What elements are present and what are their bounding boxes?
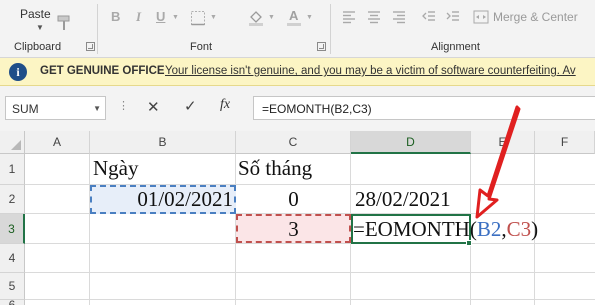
font-group-label: Font (190, 41, 213, 53)
column-header-c[interactable]: C (236, 131, 351, 154)
alignment-group-label: Alignment (431, 41, 480, 53)
increase-indent-icon[interactable] (446, 10, 460, 24)
italic-button[interactable]: I (136, 9, 141, 25)
formula-prefix: =EOMONTH( (353, 217, 477, 241)
merge-center-icon[interactable] (473, 9, 489, 25)
clipboard-group-label: Clipboard (14, 41, 62, 53)
gridline (25, 243, 595, 244)
insert-function-icon[interactable]: fx (220, 97, 230, 113)
cell-c3[interactable]: 3 (236, 217, 351, 242)
column-header-a[interactable]: A (25, 131, 90, 154)
clipboard-launcher-icon[interactable] (86, 42, 95, 51)
row-header-1[interactable]: 1 (0, 154, 25, 185)
font-color-icon[interactable]: A (286, 7, 302, 27)
cell-d2[interactable]: 28/02/2021 (355, 187, 451, 212)
chevron-down-icon[interactable]: ▼ (306, 14, 313, 21)
borders-icon[interactable] (190, 10, 206, 26)
row-header-2[interactable]: 2 (0, 185, 25, 214)
gridline (25, 272, 595, 273)
align-left-icon[interactable] (342, 10, 356, 24)
row-header-3[interactable]: 3 (0, 214, 25, 244)
row-header-5[interactable]: 5 (0, 273, 25, 300)
license-warning-bar: i GET GENUINE OFFICE Your license isn't … (0, 58, 595, 86)
ribbon-divider (330, 4, 331, 54)
ribbon-divider (97, 4, 98, 54)
formula-suffix: ) (531, 217, 539, 241)
paste-label: Paste (20, 7, 51, 21)
cell-c2[interactable]: 0 (236, 187, 351, 212)
column-header-d[interactable]: D (351, 131, 471, 154)
gridline (25, 299, 595, 300)
gridline (89, 154, 90, 305)
warning-link[interactable]: Your license isn't genuine, and you may … (165, 65, 576, 77)
cell-c1[interactable]: Số tháng (238, 156, 312, 181)
chevron-down-icon[interactable]: ▼ (268, 14, 275, 21)
bold-button[interactable]: B (111, 9, 120, 24)
cancel-icon[interactable]: ✕ (147, 98, 160, 116)
font-launcher-icon[interactable] (317, 42, 326, 51)
align-center-icon[interactable] (367, 10, 381, 24)
column-header-f[interactable]: F (535, 131, 595, 154)
chevron-down-icon[interactable]: ▼ (93, 104, 101, 113)
info-icon: i (9, 63, 27, 81)
warning-title: GET GENUINE OFFICE (40, 65, 165, 77)
paste-button[interactable]: Paste ▼ (6, 2, 58, 38)
name-box-value: SUM (12, 102, 39, 116)
decrease-indent-icon[interactable] (422, 10, 436, 24)
select-all-button[interactable] (0, 131, 25, 154)
annotation-arrow-icon (475, 105, 521, 219)
merge-center-button[interactable]: Merge & Center (493, 10, 578, 24)
fill-handle[interactable] (466, 240, 472, 246)
align-right-icon[interactable] (392, 10, 406, 24)
cell-b2[interactable]: 01/02/2021 (90, 187, 233, 212)
cell-b1[interactable]: Ngày (93, 156, 139, 181)
enter-icon[interactable]: ✓ (184, 97, 197, 115)
more-icon[interactable]: ⋮ (118, 99, 129, 112)
column-header-b[interactable]: B (90, 131, 236, 154)
row-header-6[interactable]: 6 (0, 299, 25, 305)
chevron-down-icon[interactable]: ▼ (210, 14, 217, 21)
ribbon: Paste ▼ Clipboard B I U ▼ ▼ ▼ A ▼ Font M… (0, 0, 595, 58)
chevron-down-icon[interactable]: ▼ (172, 14, 179, 21)
underline-button[interactable]: U (156, 9, 165, 24)
format-painter-icon[interactable] (55, 14, 73, 32)
formula-text: =EOMONTH(B2,C3) (262, 102, 372, 116)
fill-color-icon[interactable] (247, 8, 265, 26)
chevron-down-icon[interactable]: ▼ (36, 23, 44, 32)
row-header-4[interactable]: 4 (0, 244, 25, 273)
name-box[interactable]: SUM ▼ (5, 96, 106, 120)
svg-text:A: A (289, 8, 299, 23)
formula-input[interactable]: =EOMONTH(B2,C3) (253, 96, 595, 120)
